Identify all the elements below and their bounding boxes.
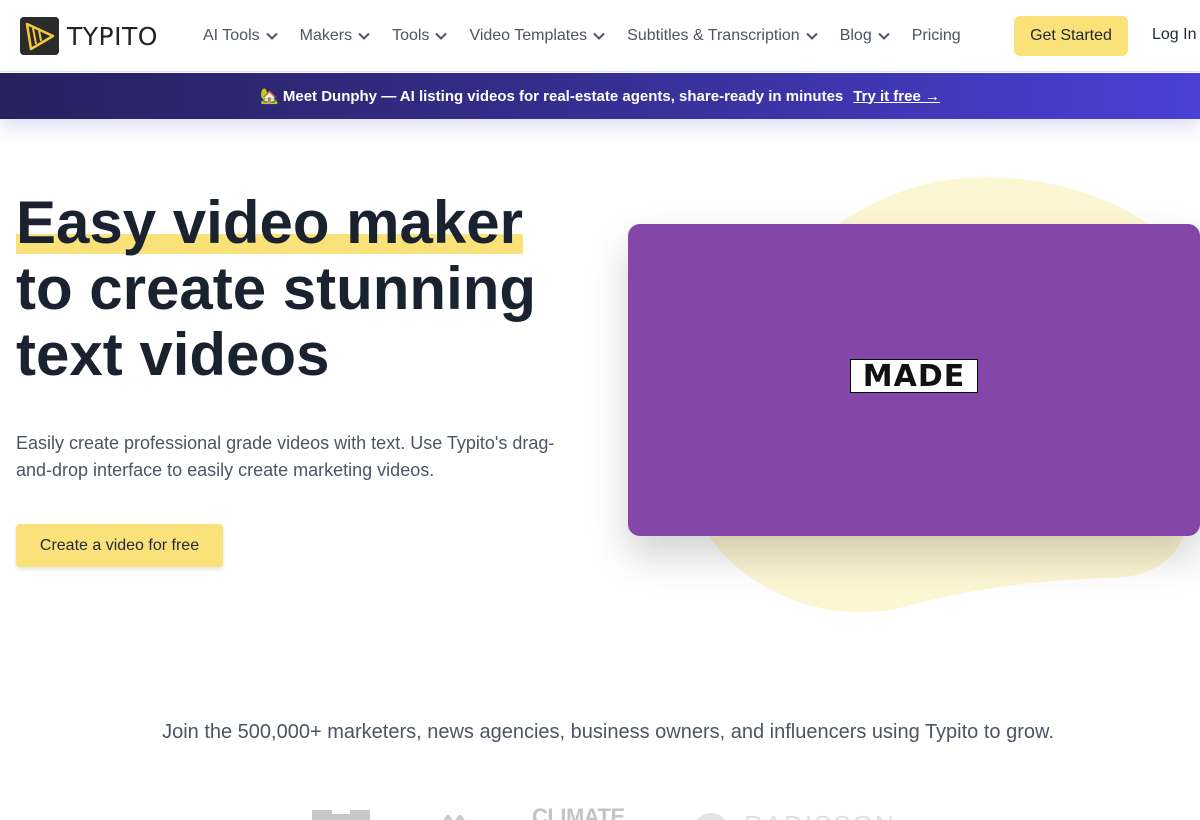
nav-item-label: Tools	[392, 27, 430, 44]
typito-logo-icon	[20, 17, 59, 55]
banner-try-free-link[interactable]: Try it free →	[853, 88, 940, 105]
customer-logo-icon	[312, 808, 370, 820]
customer-logo-climate: CLIMATE	[532, 806, 626, 820]
chevron-down-icon	[265, 27, 278, 45]
nav-item-label: Makers	[299, 27, 353, 44]
main-nav: AI Tools Makers Tools Video Templates Su…	[203, 0, 983, 72]
nav-item-label: Subtitles & Transcription	[627, 27, 800, 44]
nav-item-label: Pricing	[911, 27, 961, 44]
chevron-down-icon	[878, 27, 890, 45]
nav-item-makers[interactable]: Makers	[300, 27, 370, 45]
nav-item-ai-tools[interactable]: AI Tools	[203, 27, 278, 45]
customer-logo-radisson-text: RADISSON	[744, 812, 896, 820]
customer-logo-icon	[440, 812, 468, 820]
hero-title-rest: to create stunning text videos	[16, 255, 537, 388]
nav-item-tools[interactable]: Tools	[392, 27, 448, 45]
customer-logo-climate-text: CLIMATE	[532, 806, 625, 820]
hero-title: Easy video maker to create stunning text…	[16, 190, 596, 388]
create-video-button[interactable]: Create a video for free	[16, 524, 223, 567]
nav-item-pricing[interactable]: Pricing	[912, 27, 961, 45]
login-link[interactable]: Log In	[1152, 26, 1196, 44]
hero-subtitle: Easily create professional grade videos …	[16, 433, 555, 480]
chevron-down-icon	[805, 27, 818, 45]
brand-logo[interactable]: TYPITO	[20, 17, 158, 55]
brand-name: TYPITO	[67, 21, 158, 51]
nav-item-blog[interactable]: Blog	[840, 27, 890, 45]
chevron-down-icon	[593, 27, 605, 45]
banner-text: 🏡 Meet Dunphy — AI listing videos for re…	[260, 88, 844, 105]
customer-logo-radisson: RADISSON	[692, 812, 902, 820]
chevron-down-icon	[358, 27, 370, 45]
hero-title-highlight: Easy video maker	[16, 189, 523, 256]
top-navbar: TYPITO AI Tools Makers Tools Video Templ…	[0, 0, 1200, 72]
nav-item-subtitles[interactable]: Subtitles & Transcription	[627, 27, 818, 45]
nav-item-label: AI Tools	[203, 27, 260, 44]
announcement-banner: 🏡 Meet Dunphy — AI listing videos for re…	[0, 73, 1200, 119]
customer-logos: CLIMATE RADISSON	[0, 800, 1200, 820]
social-proof-text: Join the 500,000+ marketers, news agenci…	[162, 721, 1054, 743]
video-caption-text: MADE	[850, 359, 978, 394]
chevron-down-icon	[435, 27, 448, 45]
nav-item-video-templates[interactable]: Video Templates	[469, 27, 605, 45]
nav-item-label: Video Templates	[469, 27, 588, 44]
nav-item-label: Blog	[839, 27, 872, 44]
get-started-button[interactable]: Get Started	[1014, 16, 1128, 56]
